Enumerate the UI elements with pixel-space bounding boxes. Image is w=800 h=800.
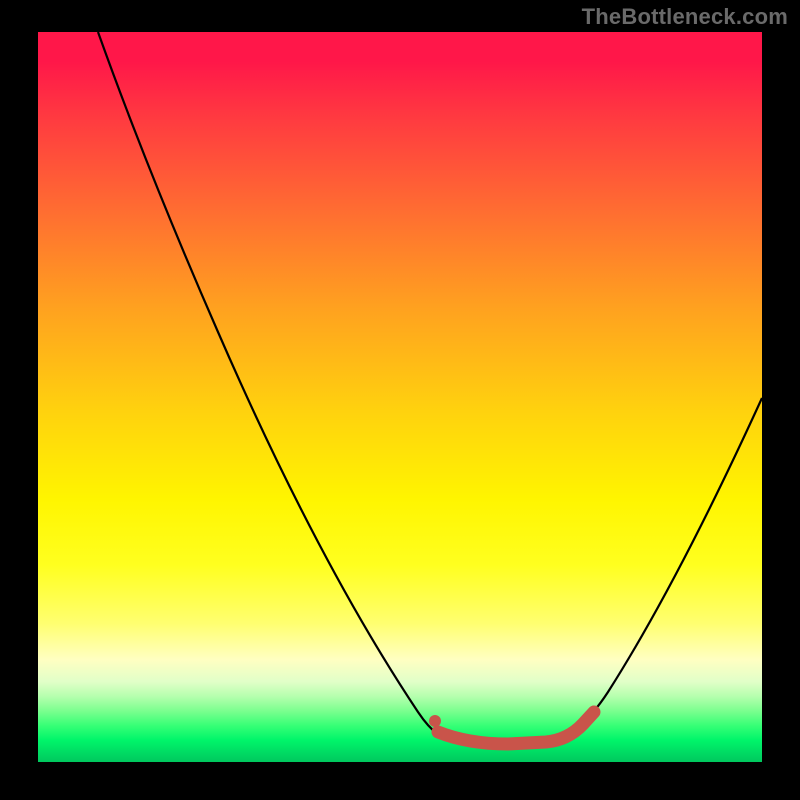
bottleneck-curve (98, 32, 762, 742)
plot-area (38, 32, 762, 762)
chart-svg (38, 32, 762, 762)
watermark: TheBottleneck.com (582, 4, 788, 30)
highlight-range (438, 712, 594, 744)
marker-start (429, 715, 441, 727)
chart-container: TheBottleneck.com (0, 0, 800, 800)
